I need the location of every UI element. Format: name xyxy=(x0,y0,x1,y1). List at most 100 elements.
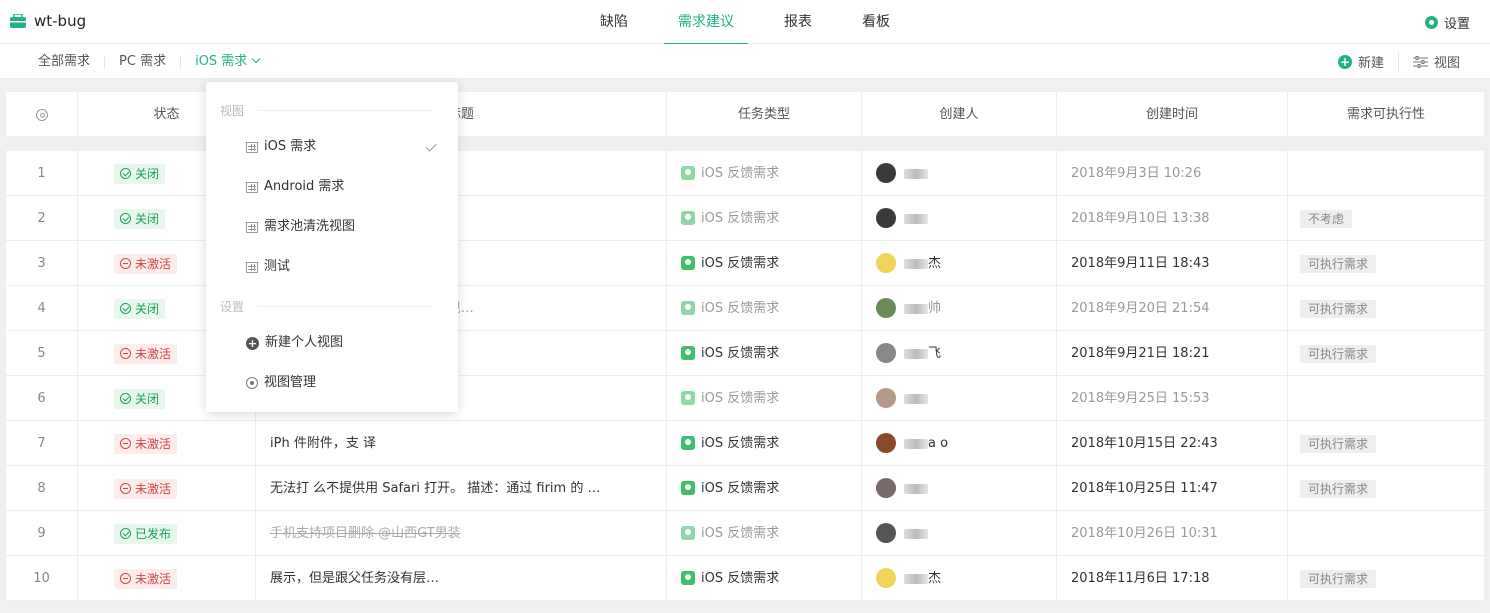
title-cell[interactable]: 无法打 么不提供用 Safari 打开。 描述：通过 firim 的 … xyxy=(256,466,667,511)
plus-icon: + xyxy=(1337,54,1352,69)
executability-tag[interactable]: 可执行需求 xyxy=(1300,299,1377,318)
executability-cell: 不考虑 xyxy=(1288,196,1484,241)
type-label: iOS 反馈需求 xyxy=(701,166,780,181)
avatar xyxy=(876,387,896,408)
row-number: 9 xyxy=(6,511,78,556)
status-label: 未激活 xyxy=(135,256,172,271)
created-cell: 2018年9月10日 13:38 xyxy=(1057,196,1288,241)
ios-feedback-icon xyxy=(681,570,695,585)
status-icon xyxy=(120,393,131,404)
status-badge[interactable]: 关闭 xyxy=(114,388,166,409)
blurred-name xyxy=(904,528,928,539)
status-badge[interactable]: 未激活 xyxy=(114,568,178,589)
type-label: iOS 反馈需求 xyxy=(701,436,780,451)
type-cell: iOS 反馈需求 xyxy=(667,556,862,601)
column-settings-button[interactable] xyxy=(6,92,78,137)
new-label: 新建 xyxy=(1357,56,1384,71)
executability-tag[interactable]: 可执行需求 xyxy=(1300,479,1377,498)
status-icon xyxy=(120,438,131,449)
new-button[interactable]: + 新建 xyxy=(1324,52,1398,71)
type-cell: iOS 反馈需求 xyxy=(667,151,862,196)
header-type[interactable]: 任务类型 xyxy=(667,92,862,137)
tab-ios-requirements[interactable]: iOS 需求 xyxy=(181,54,273,69)
title-cell[interactable]: 手机支持项目删除 @山西GT男装 xyxy=(256,511,667,556)
status-badge[interactable]: 未激活 xyxy=(114,253,178,274)
dropdown-new-view[interactable]: + 新建个人视图 xyxy=(246,333,436,353)
table-row[interactable]: 9 已发布 手机支持项目删除 @山西GT男装 iOS 反馈需求 2018年10月26日 … xyxy=(6,511,1484,556)
avatar xyxy=(876,567,896,588)
status-badge[interactable]: 关闭 xyxy=(114,298,166,319)
status-icon xyxy=(120,168,131,179)
view-button[interactable]: 视图 xyxy=(1397,52,1474,71)
type-cell: iOS 反馈需求 xyxy=(667,286,862,331)
type-cell: iOS 反馈需求 xyxy=(667,196,862,241)
status-icon xyxy=(120,258,131,269)
tab-pc-requirements[interactable]: PC 需求 xyxy=(105,54,182,69)
dropdown-view-ios[interactable]: iOS 需求 xyxy=(246,137,437,157)
status-label: 未激活 xyxy=(135,571,172,586)
dropdown-view-label: 需求池清洗视图 xyxy=(264,219,356,234)
table-row[interactable]: 10 未激活 展示，但是跟父任务没有层… iOS 反馈需求 杰 2018年11月6日 17… xyxy=(6,556,1484,601)
creator-cell xyxy=(862,466,1057,511)
created-cell: 2018年9月11日 18:43 xyxy=(1057,241,1288,286)
table-row[interactable]: 7 未激活 iPh 件附件，支 译 iOS 反馈需求 a o 2018年10月15日 22… xyxy=(6,421,1484,466)
dropdown-view-pool-clean[interactable]: 需求池清洗视图 xyxy=(246,217,436,237)
status-badge[interactable]: 未激活 xyxy=(114,343,178,364)
status-badge[interactable]: 已发布 xyxy=(114,523,178,544)
blurred-name xyxy=(904,393,928,404)
executability-tag[interactable]: 不考虑 xyxy=(1300,209,1353,228)
blurred-name xyxy=(904,573,928,584)
type-cell: iOS 反馈需求 xyxy=(667,376,862,421)
dropdown-view-android[interactable]: Android 需求 xyxy=(246,177,436,197)
nav-requirements[interactable]: 需求建议 xyxy=(664,0,748,45)
title-cell[interactable]: iPh 件附件，支 译 xyxy=(256,421,667,466)
settings-icon xyxy=(1424,16,1438,29)
executability-tag[interactable]: 可执行需求 xyxy=(1300,344,1377,363)
executability-cell: 可执行需求 xyxy=(1288,286,1484,331)
nav-board[interactable]: 看板 xyxy=(848,0,904,44)
sliders-icon xyxy=(1412,55,1428,68)
created-cell: 2018年10月25日 11:47 xyxy=(1057,466,1288,511)
dropdown-view-test[interactable]: 测试 xyxy=(246,257,436,277)
top-bar: wt-bug 缺陷 需求建议 报表 看板 设置 xyxy=(0,0,1490,45)
settings-button[interactable]: 设置 xyxy=(1424,13,1470,32)
nav-reports[interactable]: 报表 xyxy=(770,0,826,44)
settings-label: 设置 xyxy=(1443,17,1470,32)
creator-cell xyxy=(862,511,1057,556)
created-cell: 2018年10月26日 10:31 xyxy=(1057,511,1288,556)
dropdown-view-label: 测试 xyxy=(264,259,291,274)
header-creator[interactable]: 创建人 xyxy=(862,92,1057,137)
dropdown-manage-views[interactable]: 视图管理 xyxy=(246,373,436,393)
tab-all-requirements[interactable]: 全部需求 xyxy=(24,54,106,69)
chevron-down-icon xyxy=(252,54,261,63)
executability-cell xyxy=(1288,151,1484,196)
nav-defects[interactable]: 缺陷 xyxy=(586,0,642,44)
status-badge[interactable]: 未激活 xyxy=(114,478,178,499)
table-row[interactable]: 8 未激活 无法打 么不提供用 Safari 打开。 描述：通过 firim 的 …… xyxy=(6,466,1484,511)
title-cell[interactable]: 展示，但是跟父任务没有层… xyxy=(256,556,667,601)
type-label: iOS 反馈需求 xyxy=(701,301,780,316)
status-badge[interactable]: 关闭 xyxy=(114,163,166,184)
header-executability[interactable]: 需求可执行性 xyxy=(1288,92,1484,137)
executability-tag[interactable]: 可执行需求 xyxy=(1300,569,1377,588)
creator-cell: a o xyxy=(862,421,1057,466)
avatar xyxy=(876,477,896,498)
status-icon xyxy=(120,483,131,494)
header-created[interactable]: 创建时间 xyxy=(1057,92,1288,137)
status-icon xyxy=(120,528,131,539)
dropdown-manage-label: 视图管理 xyxy=(264,375,317,390)
type-cell: iOS 反馈需求 xyxy=(667,421,862,466)
status-cell: 未激活 xyxy=(78,466,256,511)
executability-tag[interactable]: 可执行需求 xyxy=(1300,254,1377,273)
avatar xyxy=(876,522,896,543)
status-badge[interactable]: 关闭 xyxy=(114,208,166,229)
status-icon xyxy=(120,573,131,584)
creator-name: 帅 xyxy=(928,301,942,316)
app-logo[interactable]: wt-bug xyxy=(10,12,86,30)
dropdown-section-views: 视图 xyxy=(220,102,432,119)
status-badge[interactable]: 未激活 xyxy=(114,433,178,454)
ios-feedback-icon xyxy=(681,300,695,315)
executability-tag[interactable]: 可执行需求 xyxy=(1300,434,1377,453)
sub-bar: 全部需求 PC 需求 iOS 需求 + 新建 视图 xyxy=(0,44,1490,79)
check-icon xyxy=(425,140,437,152)
